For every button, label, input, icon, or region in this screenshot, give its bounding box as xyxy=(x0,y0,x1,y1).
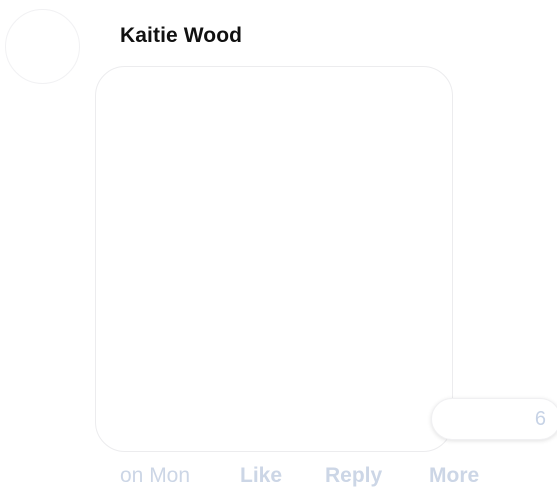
comment-bubble xyxy=(95,66,453,452)
like-button[interactable]: Like xyxy=(240,464,282,488)
reaction-count: 6 xyxy=(534,408,546,430)
comment-timestamp[interactable]: on Mon xyxy=(120,464,190,488)
more-button[interactable]: More xyxy=(429,464,479,488)
avatar[interactable] xyxy=(5,9,80,84)
reply-button[interactable]: Reply xyxy=(325,464,382,488)
reaction-count-badge[interactable]: 6 xyxy=(431,398,557,440)
comment-author-name[interactable]: Kaitie Wood xyxy=(120,24,242,48)
